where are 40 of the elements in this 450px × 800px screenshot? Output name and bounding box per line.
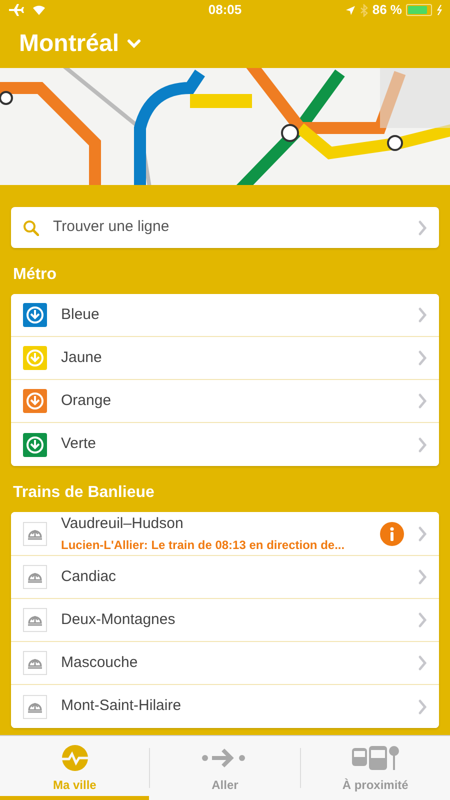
chevron-down-icon [127, 39, 142, 49]
list-item[interactable]: Orange [11, 380, 439, 423]
chevron-right-icon [418, 655, 427, 671]
charging-icon [436, 4, 442, 16]
bluetooth-icon [360, 4, 368, 16]
chevron-right-icon [418, 393, 427, 409]
pulse-icon [60, 742, 90, 772]
chevron-right-icon [418, 526, 427, 542]
battery-icon [406, 4, 432, 16]
train-icon [23, 651, 47, 675]
list-item[interactable]: Candiac [11, 556, 439, 599]
train-icon [23, 608, 47, 632]
search-field[interactable]: Trouver une ligne [11, 207, 439, 248]
list-item[interactable]: Bleue [11, 294, 439, 337]
list-item[interactable]: Vaudreuil–Hudson Lucien-L'Allier: Le train de 08:13 en direction de... [11, 512, 439, 556]
info-icon [380, 522, 404, 546]
list-item[interactable]: Jaune [11, 337, 439, 380]
list-item[interactable]: Mont-Saint-Hilaire [11, 685, 439, 728]
train-icon [23, 694, 47, 718]
chevron-right-icon [418, 350, 427, 366]
chevron-right-icon [418, 436, 427, 452]
list-item[interactable]: Deux-Montagnes [11, 599, 439, 642]
clock-time: 08:05 [207, 1, 243, 20]
train-icon [23, 565, 47, 589]
battery-percent: 86 % [372, 1, 402, 20]
train-icon [23, 522, 47, 546]
airplane-icon [8, 3, 24, 17]
alert-message: Lucien-L'Allier: Le train de 08:13 en direction de... [61, 536, 346, 554]
section-heading: Métro [13, 265, 58, 285]
chevron-right-icon [418, 612, 427, 628]
chevron-right-icon [418, 307, 427, 323]
section-heading: Trains de Banlieue [13, 483, 156, 503]
chevron-right-icon [418, 569, 427, 585]
chevron-right-icon [418, 220, 427, 236]
search-icon [23, 220, 39, 236]
location-icon [345, 4, 356, 16]
list-item[interactable]: Verte [11, 423, 439, 466]
chevron-right-icon [418, 698, 427, 714]
wifi-icon [32, 4, 46, 16]
list-item[interactable]: Mascouche [11, 642, 439, 685]
